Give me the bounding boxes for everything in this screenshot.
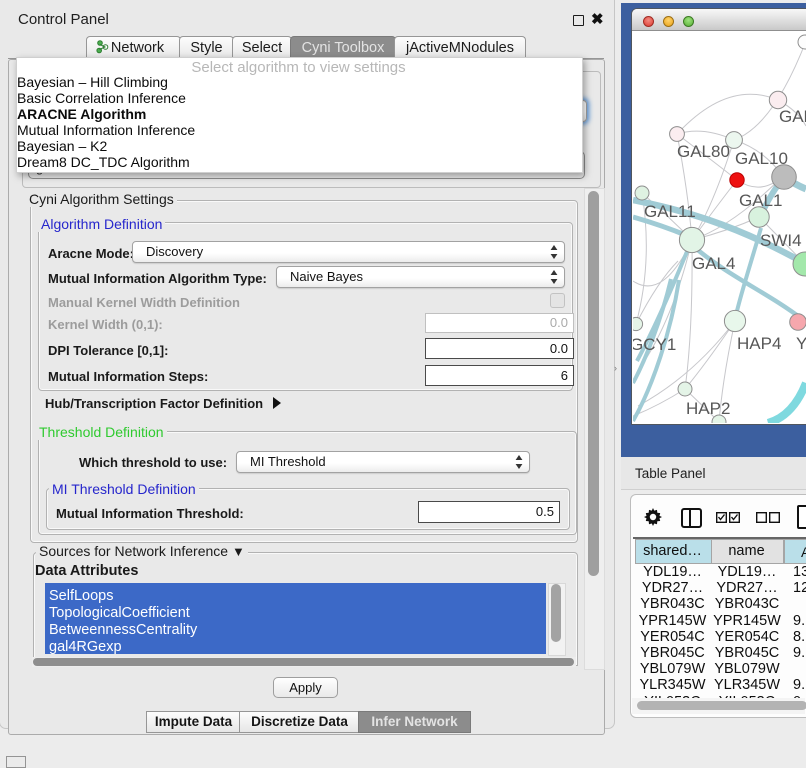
svg-text:GCY1: GCY1 (633, 335, 676, 354)
svg-text:GAL11: GAL11 (644, 202, 696, 221)
svg-text:HAP2: HAP2 (686, 399, 730, 418)
svg-text:GAL1: GAL1 (739, 191, 782, 210)
svg-text:GAL80: GAL80 (677, 142, 730, 161)
svg-text:Y: Y (796, 334, 806, 353)
svg-text:GAL4: GAL4 (692, 254, 735, 273)
svg-text:SWI4: SWI4 (760, 231, 802, 250)
svg-text:GAL7: GAL7 (779, 107, 806, 126)
svg-text:HAP4: HAP4 (737, 334, 781, 353)
svg-text:GAL10: GAL10 (735, 149, 788, 168)
